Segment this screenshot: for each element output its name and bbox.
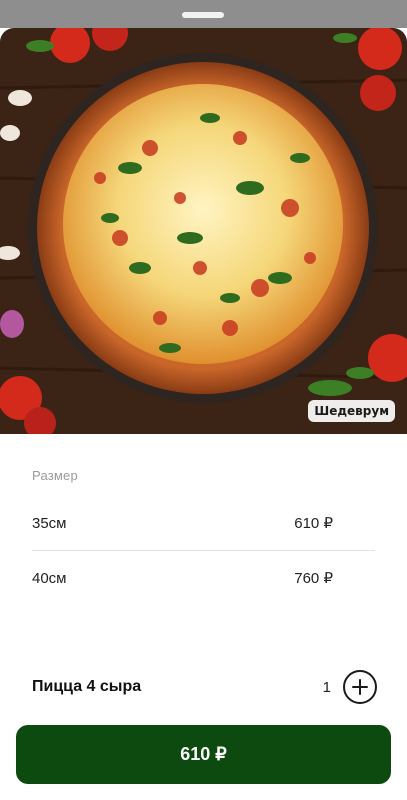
size-price: 610 ₽ — [294, 515, 333, 532]
checkout-button[interactable]: 610 ₽ — [16, 725, 391, 784]
size-name: 35см — [32, 514, 67, 532]
size-price: 760 ₽ — [294, 570, 333, 587]
image-watermark: Шедеврум — [308, 400, 395, 422]
size-name: 40см — [32, 569, 67, 587]
size-option-40cm[interactable]: 40см 760 ₽ — [32, 551, 375, 605]
plus-icon — [352, 679, 368, 695]
quantity-value: 1 — [322, 678, 331, 696]
size-section-label: Размер — [32, 468, 78, 483]
checkout-price: 610 ₽ — [180, 744, 227, 764]
sheet-drag-handle[interactable] — [182, 12, 224, 18]
size-option-35cm[interactable]: 35см 610 ₽ — [32, 496, 375, 550]
product-row: Пицца 4 сыра 1 — [32, 670, 377, 704]
add-quantity-button[interactable] — [343, 670, 377, 704]
pizza-image — [0, 28, 407, 434]
product-name: Пицца 4 сыра — [32, 678, 142, 695]
